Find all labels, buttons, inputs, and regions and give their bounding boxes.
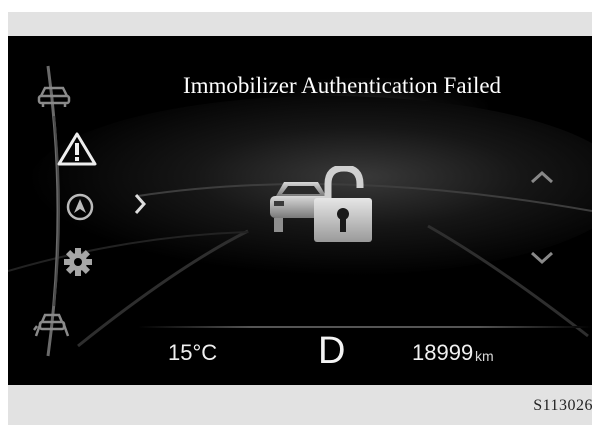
cluster-display: Immobilizer Authentication Failed 15°C D… bbox=[8, 36, 592, 385]
sidebar-item-warning[interactable] bbox=[57, 132, 97, 166]
odometer-value: 18999 bbox=[412, 340, 474, 365]
car-icon bbox=[37, 86, 71, 107]
warning-icon bbox=[57, 132, 97, 166]
selection-indicator-arrow bbox=[134, 194, 146, 214]
scroll-up-arrow[interactable] bbox=[530, 170, 554, 184]
sidebar-item-settings[interactable] bbox=[62, 246, 94, 278]
settings-gear-icon bbox=[64, 248, 92, 276]
immobilizer-message: Immobilizer Authentication Failed bbox=[182, 73, 502, 98]
sidebar-item-car[interactable] bbox=[36, 84, 72, 108]
figure-caption: S113026 bbox=[533, 397, 593, 414]
lock-symbol bbox=[314, 166, 372, 242]
figure-bottom-border bbox=[8, 385, 592, 425]
gear-indicator: D bbox=[318, 330, 346, 372]
driver-assist-icon bbox=[33, 313, 70, 337]
outside-temperature: 15°C bbox=[168, 340, 218, 365]
sidebar-item-navigation[interactable] bbox=[65, 192, 95, 222]
figure-top-border bbox=[8, 12, 592, 36]
immobilizer-lock-icon bbox=[270, 166, 372, 242]
odometer-unit: km bbox=[475, 348, 494, 364]
sidebar-item-driver-assist[interactable] bbox=[32, 308, 72, 338]
navigation-icon bbox=[66, 193, 94, 221]
scroll-down-arrow[interactable] bbox=[530, 251, 554, 265]
